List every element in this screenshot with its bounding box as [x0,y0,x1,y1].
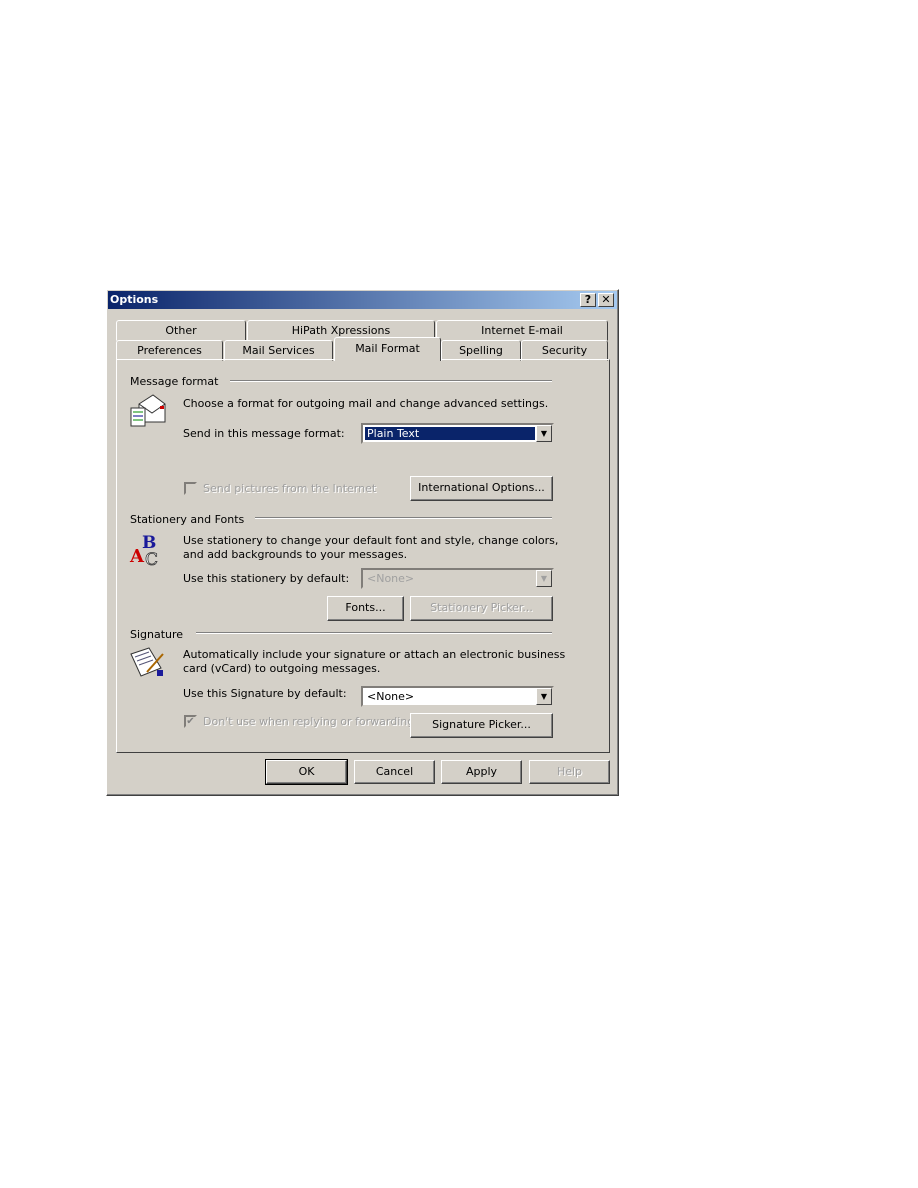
tab-internet-email[interactable]: Internet E-mail [436,320,608,341]
apply-button[interactable]: Apply [441,760,522,784]
abc-fonts-icon: B A C [129,533,158,568]
signature-description-1: Automatically include your signature or … [183,648,566,661]
section-heading-stationery: Stationery and Fonts [130,513,245,526]
format-value: Plain Text [364,426,536,441]
stationery-default-label: Use this stationery by default: [183,572,350,585]
window-title: Options [110,293,159,306]
signature-value: <None> [367,690,415,703]
stationery-description-2: and add backgrounds to your messages. [183,548,408,561]
chevron-down-icon[interactable]: ▼ [536,425,552,442]
title-bar[interactable]: Options ? ✕ [108,291,617,309]
stationery-description-1: Use stationery to change your default fo… [183,534,559,547]
svg-text:A: A [129,546,145,567]
signature-picker-button[interactable]: Signature Picker... [410,713,553,738]
tab-mail-format[interactable]: Mail Format [334,337,441,361]
tab-preferences[interactable]: Preferences [116,340,223,361]
format-label: Send in this message format: [183,427,345,440]
signature-default-label: Use this Signature by default: [183,687,347,700]
send-pictures-label: Send pictures from the Internet [203,482,377,495]
stationery-dropdown[interactable]: <None> ▼ [361,568,554,589]
chevron-down-icon[interactable]: ▼ [536,688,552,705]
envelope-icon [130,394,166,427]
help-title-button[interactable]: ? [580,293,596,307]
svg-text:C: C [145,550,158,568]
dont-use-label: Don't use when replying or forwarding [203,715,415,728]
section-heading-signature: Signature [130,628,184,641]
international-options-button[interactable]: International Options... [410,476,553,501]
send-pictures-checkbox[interactable] [184,482,197,495]
stationery-picker-button[interactable]: Stationery Picker... [410,596,553,621]
chevron-down-icon[interactable]: ▼ [536,570,552,587]
signature-dropdown[interactable]: <None> ▼ [361,686,554,707]
divider [196,632,552,634]
signature-icon [130,647,164,677]
dont-use-checkbox[interactable]: ✔ [184,715,197,728]
help-button[interactable]: Help [529,760,610,784]
message-format-description: Choose a format for outgoing mail and ch… [183,397,549,410]
tab-spelling[interactable]: Spelling [441,340,521,361]
tab-mail-services[interactable]: Mail Services [224,340,333,361]
signature-description-2: card (vCard) to outgoing messages. [183,662,381,675]
close-button[interactable]: ✕ [598,293,614,307]
stationery-value: <None> [367,572,415,585]
ok-button[interactable]: OK [265,759,348,785]
message-format-dropdown[interactable]: Plain Text ▼ [361,423,554,444]
fonts-button[interactable]: Fonts... [327,596,404,621]
section-heading-message-format: Message format [130,375,219,388]
divider [230,380,552,382]
divider [255,517,552,519]
cancel-button[interactable]: Cancel [354,760,435,784]
tab-security[interactable]: Security [521,340,608,361]
tab-other[interactable]: Other [116,320,246,341]
